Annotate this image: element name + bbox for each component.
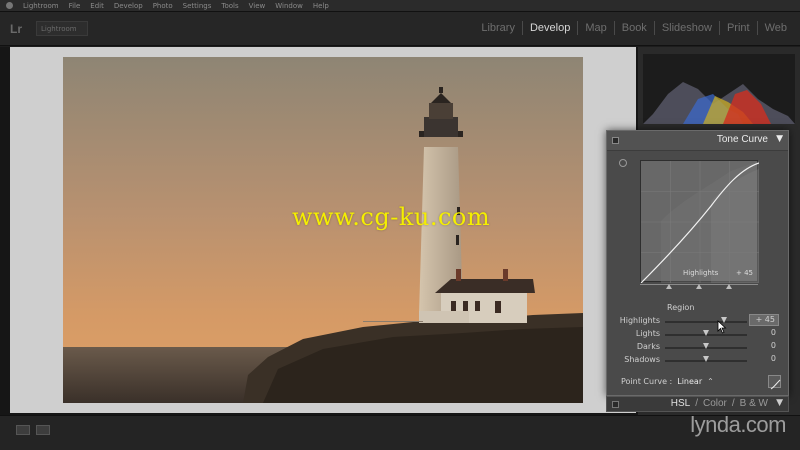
- tab-color[interactable]: Color: [703, 398, 727, 409]
- loupe-view-icon[interactable]: [16, 425, 30, 435]
- tab-separator: /: [731, 398, 735, 409]
- slider-thumb[interactable]: [703, 330, 709, 336]
- curve-region-label: Highlights: [683, 269, 719, 277]
- module-web[interactable]: Web: [758, 21, 794, 35]
- lynda-watermark: lynda.com: [690, 412, 786, 437]
- tone-curve-title: Tone Curve: [716, 134, 768, 145]
- module-develop[interactable]: Develop: [523, 21, 579, 35]
- split-handle-highlights[interactable]: [726, 284, 732, 289]
- tab-hsl[interactable]: HSL: [671, 398, 690, 409]
- slider-value[interactable]: 0: [749, 354, 779, 363]
- slider-label: Shadows: [624, 355, 660, 364]
- os-menubar: Lightroom File Edit Develop Photo Settin…: [0, 0, 800, 12]
- site-watermark: www.cg-ku.com: [292, 203, 491, 231]
- slider-darks: Darks 0: [607, 341, 788, 353]
- slider-value[interactable]: 0: [749, 341, 779, 350]
- module-book[interactable]: Book: [615, 21, 655, 35]
- collapse-triangle-icon[interactable]: ▼: [776, 398, 783, 408]
- region-split-bar: [640, 282, 758, 290]
- menu-item-view[interactable]: View: [249, 2, 266, 10]
- module-print[interactable]: Print: [720, 21, 758, 35]
- point-curve-select[interactable]: Linear: [677, 377, 702, 386]
- point-curve-label: Point Curve :: [621, 377, 673, 386]
- tone-curve-panel: Tone Curve ▼ Highlights + 45 Region High…: [606, 130, 789, 396]
- tab-separator: /: [695, 398, 698, 409]
- edit-point-curve-icon[interactable]: [768, 375, 781, 390]
- region-title: Region: [667, 303, 695, 312]
- tone-curve-header[interactable]: Tone Curve ▼: [607, 131, 788, 151]
- hsl-tabs: HSL / Color / B & W: [671, 398, 768, 409]
- slider-track[interactable]: [665, 321, 747, 323]
- slider-label: Lights: [635, 329, 660, 338]
- module-list: Library Develop Map Book Slideshow Print…: [474, 21, 794, 35]
- slider-label: Highlights: [619, 316, 660, 325]
- menu-item-photo[interactable]: Photo: [153, 2, 173, 10]
- slider-lights: Lights 0: [607, 328, 788, 340]
- menu-item-tools[interactable]: Tools: [221, 2, 238, 10]
- apple-menu-icon[interactable]: [6, 2, 13, 9]
- hsl-panel-header[interactable]: HSL / Color / B & W ▼: [606, 396, 789, 412]
- identity-plate: Lightroom: [36, 21, 88, 36]
- menu-item-help[interactable]: Help: [313, 2, 329, 10]
- module-picker-bar: Lr Lightroom Library Develop Map Book Sl…: [0, 12, 800, 46]
- slider-thumb[interactable]: [703, 343, 709, 349]
- menu-item-file[interactable]: File: [69, 2, 81, 10]
- bottom-toolbar: [0, 415, 800, 450]
- lightroom-logo: Lr: [10, 22, 22, 36]
- point-curve-stepper-icon[interactable]: ⌃: [707, 377, 714, 386]
- module-map[interactable]: Map: [578, 21, 615, 35]
- menu-item-edit[interactable]: Edit: [90, 2, 104, 10]
- split-handle-midtones[interactable]: [696, 284, 702, 289]
- panel-toggle-switch[interactable]: [612, 401, 619, 408]
- module-library[interactable]: Library: [474, 21, 523, 35]
- slider-label: Darks: [636, 342, 660, 351]
- menu-item-window[interactable]: Window: [275, 2, 303, 10]
- mouse-cursor-icon: [717, 320, 727, 334]
- module-slideshow[interactable]: Slideshow: [655, 21, 720, 35]
- tone-curve-graph[interactable]: Highlights + 45: [640, 160, 759, 283]
- menu-item-settings[interactable]: Settings: [183, 2, 212, 10]
- panel-toggle-switch[interactable]: [612, 137, 619, 144]
- tab-bw[interactable]: B & W: [740, 398, 768, 409]
- split-handle-shadows[interactable]: [666, 284, 672, 289]
- targeted-adjustment-icon[interactable]: [619, 159, 627, 167]
- collapse-triangle-icon[interactable]: ▼: [776, 134, 783, 144]
- menu-item-lightroom[interactable]: Lightroom: [23, 2, 59, 10]
- slider-highlights: Highlights + 45: [607, 314, 788, 327]
- histogram: [643, 54, 795, 124]
- before-after-icon[interactable]: [36, 425, 50, 435]
- slider-thumb[interactable]: [703, 356, 709, 362]
- point-curve-row: Point Curve : Linear ⌃: [621, 377, 714, 386]
- slider-shadows: Shadows 0: [607, 354, 788, 366]
- curve-region-value: + 45: [736, 269, 753, 277]
- menu-item-develop[interactable]: Develop: [114, 2, 143, 10]
- slider-value[interactable]: + 45: [749, 314, 779, 326]
- slider-value[interactable]: 0: [749, 328, 779, 337]
